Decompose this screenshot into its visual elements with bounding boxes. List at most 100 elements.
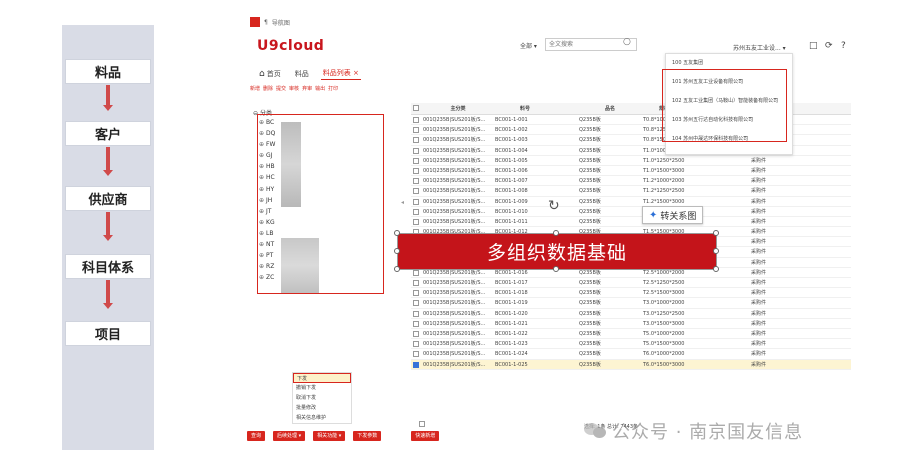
cell-code: BC001-1-018 bbox=[495, 290, 528, 297]
cell-category: 001Q235B|SUS201板/S... bbox=[423, 310, 486, 317]
cell-spec: T5.0*1000*2000 bbox=[643, 330, 685, 337]
cell-spec: T6.0*1500*3000 bbox=[643, 361, 685, 368]
export-button[interactable]: 输出 bbox=[315, 85, 325, 92]
row-checkbox[interactable] bbox=[413, 198, 419, 205]
table-row[interactable]: 001Q235B|SUS201板/S... BC001-1-022 Q235B板 T5… bbox=[411, 329, 851, 340]
table-row[interactable]: 001Q235B|SUS201板/S...BC001-1-010Q235B板T1… bbox=[411, 207, 851, 217]
menu-item-cancel-distribute[interactable]: 取消下发 bbox=[293, 393, 351, 403]
table-row[interactable]: 001Q235B|SUS201板/S...BC001-1-011Q235B板T1… bbox=[411, 217, 851, 228]
row-checkbox[interactable] bbox=[413, 300, 419, 307]
col-header-category[interactable]: 主分类 bbox=[423, 103, 493, 115]
row-checkbox[interactable] bbox=[413, 218, 419, 225]
distribute-params-button[interactable]: 下发参数 bbox=[353, 431, 382, 441]
table-row[interactable]: 001Q235B|SUS201板/S... BC001-1-005 Q235B板 T1… bbox=[411, 156, 851, 166]
menu-item-batch-edit[interactable]: 批量修改 bbox=[293, 403, 351, 413]
row-checkbox[interactable] bbox=[413, 310, 419, 317]
cell-attr: 采购件 bbox=[751, 229, 767, 236]
row-checkbox[interactable] bbox=[413, 137, 419, 144]
table-row[interactable]: 001Q235B|SUS201板/S... BC001-1-008 Q235B板 T1… bbox=[411, 186, 851, 197]
table-row[interactable]: 001Q235B|SUS201板/S... BC001-1-024 Q235B板 T6… bbox=[411, 349, 851, 360]
tab-bar: ⌂ 首页 料品 料品列表 × bbox=[257, 67, 361, 80]
tab-home[interactable]: ⌂ 首页 bbox=[257, 68, 283, 80]
row-checkbox[interactable] bbox=[413, 269, 419, 276]
col-header-code[interactable]: 料号 bbox=[495, 103, 555, 115]
rotate-icon[interactable]: ↻ bbox=[548, 198, 560, 214]
unapprove-button[interactable]: 弃审 bbox=[302, 85, 312, 92]
resize-handle[interactable] bbox=[394, 266, 400, 272]
delete-button[interactable]: 删除 bbox=[263, 85, 273, 92]
tab-item-list[interactable]: 料品列表 × bbox=[320, 67, 361, 80]
cell-attr: 采购件 bbox=[751, 290, 767, 297]
table-row[interactable]: 001Q235B|SUS201板/S... BC001-1-007 Q235B板 T1… bbox=[411, 176, 851, 187]
org-selector[interactable]: 苏州五友工业设... ▾ bbox=[733, 43, 786, 52]
refresh-icon[interactable]: ⟳ bbox=[825, 41, 833, 51]
footer-checkbox[interactable] bbox=[419, 421, 425, 427]
cell-code: BC001-1-020 bbox=[495, 310, 528, 317]
row-checkbox[interactable] bbox=[413, 280, 419, 286]
cell-attr: 采购件 bbox=[751, 239, 767, 246]
resize-handle[interactable] bbox=[394, 248, 400, 254]
cell-attr: 采购件 bbox=[751, 320, 767, 327]
action-bar: 新增 删除 提交 审核 弃审 输出 打印 bbox=[250, 85, 338, 92]
select-all-checkbox[interactable] bbox=[413, 105, 419, 111]
col-header-name[interactable]: 品名 bbox=[579, 103, 641, 115]
row-checkbox[interactable] bbox=[413, 127, 419, 134]
resize-handle[interactable] bbox=[394, 230, 400, 236]
row-checkbox[interactable] bbox=[413, 341, 419, 348]
resize-handle[interactable] bbox=[713, 230, 719, 236]
nav-map-link[interactable]: 导航图 bbox=[272, 18, 290, 27]
cell-code: BC001-1-004 bbox=[495, 147, 528, 154]
table-row[interactable]: 001Q235B|SUS201板/S... BC001-1-017 Q235B板 T2… bbox=[411, 278, 851, 289]
row-checkbox[interactable] bbox=[413, 117, 419, 123]
table-row[interactable]: 001Q235B|SUS201板/S... BC001-1-021 Q235B板 T3… bbox=[411, 319, 851, 329]
row-checkbox[interactable] bbox=[413, 157, 419, 164]
menu-item-distribute[interactable]: 下发 bbox=[293, 373, 351, 383]
table-row[interactable]: 001Q235B|SUS201板/S... BC001-1-020 Q235B板 T3… bbox=[411, 309, 851, 319]
cell-category: 001Q235B|SUS201板/S... bbox=[423, 147, 486, 154]
menu-item-related-info[interactable]: 相关信息维护 bbox=[293, 413, 351, 423]
cell-attr: 采购件 bbox=[751, 310, 767, 317]
table-row[interactable]: 001Q235B|SUS201板/S... BC001-1-019 Q235B板 T3… bbox=[411, 298, 851, 309]
row-checkbox[interactable] bbox=[413, 290, 419, 297]
follow-up-button[interactable]: 后续处理 ▾ bbox=[273, 431, 306, 441]
approve-button[interactable]: 审核 bbox=[289, 85, 299, 92]
row-checkbox[interactable] bbox=[413, 361, 419, 368]
row-checkbox[interactable] bbox=[413, 320, 419, 327]
row-checkbox[interactable] bbox=[413, 167, 419, 174]
resize-handle[interactable] bbox=[713, 266, 719, 272]
row-checkbox[interactable] bbox=[413, 147, 419, 154]
search-icon[interactable]: ○ bbox=[623, 37, 631, 47]
query-button[interactable]: 查询 bbox=[247, 431, 266, 441]
cell-spec: T1.2*1250*2500 bbox=[643, 188, 685, 195]
tab-item[interactable]: 料品 bbox=[293, 68, 311, 80]
table-row[interactable]: 001Q235B|SUS201板/S... BC001-1-006 Q235B板 T1… bbox=[411, 166, 851, 177]
add-button[interactable]: 新增 bbox=[250, 85, 260, 92]
help-icon[interactable]: ? bbox=[841, 41, 846, 51]
app-logo-icon[interactable] bbox=[250, 17, 260, 27]
row-checkbox[interactable] bbox=[413, 330, 419, 337]
table-row[interactable]: 001Q235B|SUS201板/S... BC001-1-018 Q235B板 T2… bbox=[411, 288, 851, 299]
nav-pin-icon[interactable]: ¶ bbox=[264, 19, 268, 26]
table-row[interactable]: 001Q235B|SUS201板/S... BC001-1-009 Q235B板 T1… bbox=[411, 197, 851, 207]
resize-handle[interactable] bbox=[713, 248, 719, 254]
resize-handle[interactable] bbox=[553, 266, 559, 272]
cell-spec: T2.5*1250*2500 bbox=[643, 280, 685, 286]
row-checkbox[interactable] bbox=[413, 351, 419, 358]
smartart-tooltip[interactable]: ✦ 转关系图 bbox=[642, 206, 704, 224]
print-button[interactable]: 打印 bbox=[328, 85, 338, 92]
message-icon[interactable]: □ bbox=[809, 41, 818, 51]
cell-attr: 采购件 bbox=[751, 178, 767, 185]
row-checkbox[interactable] bbox=[413, 178, 419, 185]
resize-handle[interactable] bbox=[553, 230, 559, 236]
quick-add-button[interactable]: 快速新增 bbox=[411, 431, 440, 441]
menu-item-revoke-distribute[interactable]: 撤销下发 bbox=[293, 383, 351, 393]
related-function-button[interactable]: 相关功能 ▾ bbox=[313, 431, 346, 441]
row-checkbox[interactable] bbox=[413, 188, 419, 195]
submit-button[interactable]: 提交 bbox=[276, 85, 286, 92]
collapse-panel-icon[interactable]: ◂ bbox=[401, 199, 404, 206]
table-row[interactable]: 001Q235B|SUS201板/S... BC001-1-023 Q235B板 T5… bbox=[411, 339, 851, 350]
row-checkbox[interactable] bbox=[413, 208, 419, 215]
close-icon[interactable]: × bbox=[353, 69, 359, 77]
search-scope-select[interactable]: 全部 ▾ bbox=[520, 41, 537, 50]
table-row[interactable]: 001Q235B|SUS201板/S... BC001-1-025 Q235B板 T6… bbox=[411, 359, 851, 370]
